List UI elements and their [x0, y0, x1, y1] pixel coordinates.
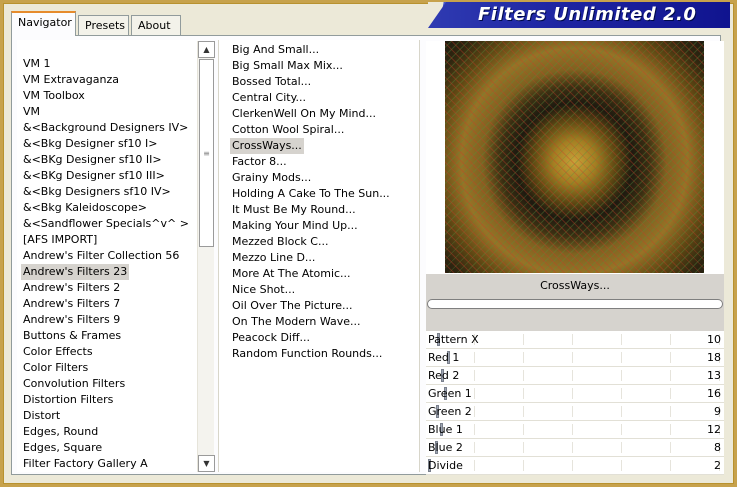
tab-navigator[interactable]: Navigator	[11, 11, 76, 36]
filter-item[interactable]: Mezzed Block C...	[230, 234, 330, 250]
category-item[interactable]: Andrew's Filters 23	[21, 264, 130, 280]
filter-item[interactable]: Big Small Max Mix...	[230, 58, 345, 74]
filter-item[interactable]: Grainy Mods...	[230, 170, 313, 186]
param-value: 8	[714, 441, 721, 454]
slider-track[interactable]	[426, 352, 724, 363]
param-label: Red 1	[428, 351, 460, 364]
param-label: Pattern X	[428, 333, 479, 346]
param-slider[interactable]: Green 2 9	[426, 403, 724, 421]
param-slider[interactable]: Divide 2	[426, 457, 724, 475]
down-arrow-icon: ▼	[203, 459, 210, 468]
param-slider[interactable]: Green 1 16	[426, 385, 724, 403]
tab-presets[interactable]: Presets	[78, 15, 129, 35]
category-item[interactable]: VM Extravaganza	[21, 72, 121, 88]
param-slider[interactable]: Pattern X 10	[426, 331, 724, 349]
category-item[interactable]: &<Bkg Designers sf10 IV>	[21, 184, 173, 200]
param-value: 2	[714, 459, 721, 472]
category-item[interactable]: VM	[21, 104, 42, 120]
slider-track[interactable]	[426, 424, 724, 435]
current-filter-name: CrossWays...	[426, 274, 724, 298]
filter-item[interactable]: Peacock Diff...	[230, 330, 312, 346]
param-slider[interactable]: Red 1 18	[426, 349, 724, 367]
filter-preview-image	[445, 41, 704, 273]
progress-area	[426, 298, 724, 310]
filter-item[interactable]: Cotton Wool Spiral...	[230, 122, 346, 138]
up-arrow-icon: ▲	[203, 45, 210, 54]
category-item[interactable]: Andrew's Filters 9	[21, 312, 122, 328]
slider-track[interactable]	[426, 460, 724, 471]
category-item[interactable]: Color Effects	[21, 344, 95, 360]
category-item[interactable]: &<Background Designers IV>	[21, 120, 190, 136]
category-item[interactable]: &<Bkg Designer sf10 I>	[21, 136, 160, 152]
category-item[interactable]: Andrew's Filter Collection 56	[21, 248, 181, 264]
filter-item[interactable]: On The Modern Wave...	[230, 314, 363, 330]
slider-track[interactable]	[426, 442, 724, 453]
category-item[interactable]: Distortion Filters	[21, 392, 115, 408]
category-list[interactable]: VM 1 VM Extravaganza VM Toolbox VM &<Backgro…	[17, 40, 199, 472]
filter-item[interactable]: Making Your Mind Up...	[230, 218, 360, 234]
scroll-thumb[interactable]: ≡	[199, 59, 214, 247]
category-item[interactable]: [AFS IMPORT]	[21, 232, 99, 248]
tab-about[interactable]: About	[131, 15, 181, 35]
param-value: 18	[707, 351, 721, 364]
filter-item[interactable]: Central City...	[230, 90, 308, 106]
parameter-sliders: Pattern X 10 Red 1 18 Red 2 13 Green 1 16 Green …	[426, 331, 724, 475]
filter-item[interactable]: Oil Over The Picture...	[230, 298, 355, 314]
filter-item[interactable]: Mezzo Line D...	[230, 250, 317, 266]
category-item[interactable]: &<BKg Designer sf10 III>	[21, 168, 167, 184]
filter-item[interactable]: Bossed Total...	[230, 74, 313, 90]
category-item[interactable]: VM Toolbox	[21, 88, 87, 104]
category-item[interactable]: &<BKg Designer sf10 II>	[21, 152, 164, 168]
grip-icon: ≡	[203, 148, 210, 158]
category-item[interactable]: Edges, Square	[21, 440, 104, 456]
category-item[interactable]: &<Sandflower Specials^v^ >	[21, 216, 191, 232]
progress-bar	[427, 299, 723, 309]
category-item[interactable]: Andrew's Filters 7	[21, 296, 122, 312]
category-item[interactable]: Edges, Round	[21, 424, 100, 440]
param-slider[interactable]: Blue 1 12	[426, 421, 724, 439]
category-item[interactable]: Buttons & Frames	[21, 328, 123, 344]
category-item[interactable]: Filter Factory Gallery A	[21, 456, 150, 472]
spacer-bar	[426, 310, 724, 331]
category-item[interactable]: Distort	[21, 408, 62, 424]
param-label: Blue 1	[428, 423, 463, 436]
param-slider[interactable]: Blue 2 8	[426, 439, 724, 457]
filter-item[interactable]: Holding A Cake To The Sun...	[230, 186, 392, 202]
param-value: 10	[707, 333, 721, 346]
banner-title: Filters Unlimited 2.0	[478, 4, 697, 25]
category-item[interactable]: Color Filters	[21, 360, 90, 376]
slider-track[interactable]	[426, 370, 724, 381]
filter-item[interactable]: CrossWays...	[230, 138, 304, 154]
filter-item[interactable]: ClerkenWell On My Mind...	[230, 106, 378, 122]
category-item[interactable]: &<Bkg Kaleidoscope>	[21, 200, 149, 216]
scroll-up-button[interactable]: ▲	[198, 41, 215, 58]
param-label: Red 2	[428, 369, 460, 382]
filter-item[interactable]: Big And Small...	[230, 42, 321, 58]
category-item[interactable]: Andrew's Filters 2	[21, 280, 122, 296]
filter-item[interactable]: Random Function Rounds...	[230, 346, 384, 362]
filter-list[interactable]: Big And Small... Big Small Max Mix... Boss…	[218, 40, 420, 472]
filter-item[interactable]: It Must Be My Round...	[230, 202, 358, 218]
param-slider[interactable]: Red 2 13	[426, 367, 724, 385]
filter-item[interactable]: Nice Shot...	[230, 282, 297, 298]
preview-pattern	[445, 41, 704, 273]
param-label: Blue 2	[428, 441, 463, 454]
filter-item[interactable]: Factor 8...	[230, 154, 289, 170]
category-item[interactable]: VM 1	[21, 56, 53, 72]
param-value: 13	[707, 369, 721, 382]
filter-item[interactable]: More At The Atomic...	[230, 266, 353, 282]
param-value: 12	[707, 423, 721, 436]
param-label: Green 1	[428, 387, 472, 400]
category-scrollbar[interactable]: ▲ ≡ ▼	[197, 41, 215, 472]
param-value: 9	[714, 405, 721, 418]
param-value: 16	[707, 387, 721, 400]
scroll-down-button[interactable]: ▼	[198, 455, 215, 472]
param-label: Green 2	[428, 405, 472, 418]
param-label: Divide	[428, 459, 463, 472]
category-item[interactable]: Convolution Filters	[21, 376, 127, 392]
